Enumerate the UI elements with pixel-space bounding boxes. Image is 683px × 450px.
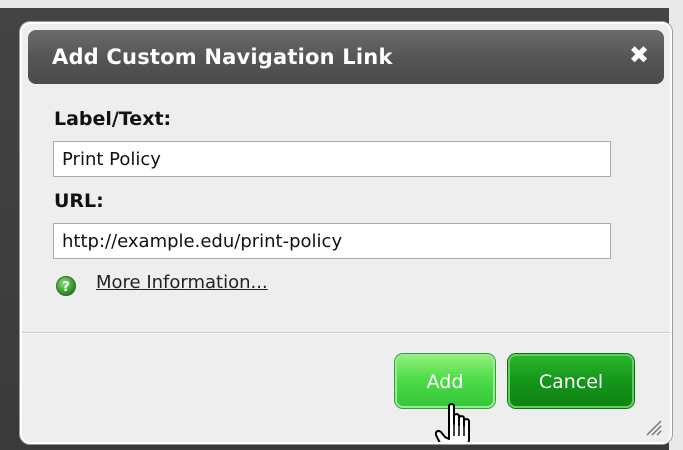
help-icon[interactable]: ? [56,276,76,296]
svg-text:?: ? [62,280,70,295]
hand-pointer-cursor-icon [435,403,470,442]
add-button[interactable]: Add [395,354,495,408]
close-icon[interactable]: ✖ [628,43,650,67]
label-text-field-label: Label/Text: [54,108,172,130]
resize-grip-icon[interactable] [644,418,662,436]
dialog-titlebar[interactable]: Add Custom Navigation Link ✖ [28,30,664,84]
label-text-input[interactable] [53,141,611,177]
footer-divider [22,332,670,334]
url-field-label: URL: [54,190,104,212]
add-custom-navigation-link-dialog: Add Custom Navigation Link ✖ Label/Text:… [20,22,672,444]
backdrop-edge-top [0,0,683,8]
url-input[interactable] [53,223,611,259]
more-information-link[interactable]: More Information... [96,272,268,293]
dialog-title: Add Custom Navigation Link [52,45,393,69]
cancel-button[interactable]: Cancel [508,354,634,408]
